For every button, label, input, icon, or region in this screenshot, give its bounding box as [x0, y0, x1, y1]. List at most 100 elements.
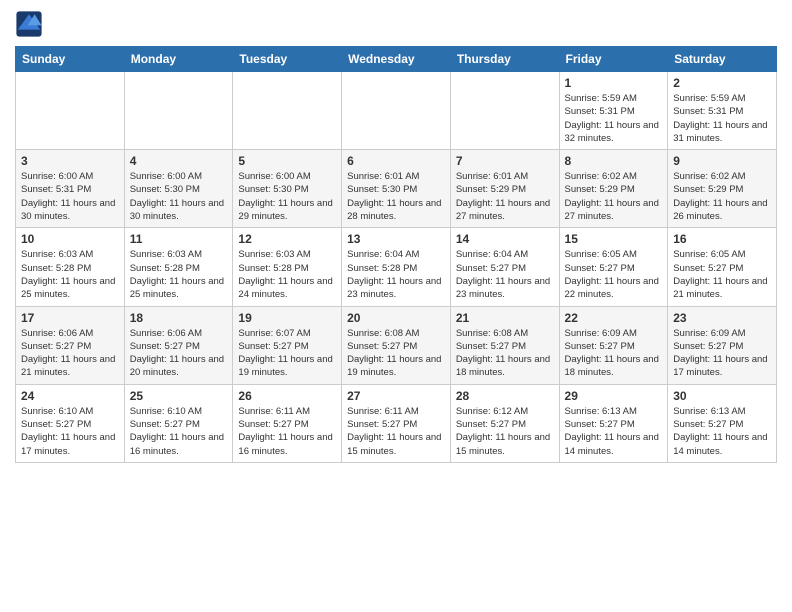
day-number: 4: [130, 154, 228, 168]
day-number: 25: [130, 389, 228, 403]
calendar-cell: 7Sunrise: 6:01 AM Sunset: 5:29 PM Daylig…: [450, 150, 559, 228]
week-row-3: 10 Sunrise: 6:03 AM Sunset: 5:28 PM Dayli…: [16, 228, 777, 306]
day-info: Sunrise: 6:03 AM Sunset: 5:28 PM Dayligh…: [21, 248, 119, 301]
day-info: Sunrise: 6:02 AM Sunset: 5:29 PM Dayligh…: [673, 170, 771, 223]
logo-icon: [15, 10, 43, 38]
day-number: 29: [565, 389, 663, 403]
day-number: 12: [238, 232, 336, 246]
day-info: Sunrise: 5:59 AM Sunset: 5:31 PM Dayligh…: [565, 92, 663, 145]
day-info: Sunrise: 5:59 AM Sunset: 5:31 PM Dayligh…: [673, 92, 771, 145]
weekday-header-thursday: Thursday: [450, 47, 559, 72]
day-number: 23: [673, 311, 771, 325]
weekday-header-monday: Monday: [124, 47, 233, 72]
calendar-cell: 3 Sunrise: 6:00 AM Sunset: 5:31 PM Daylig…: [16, 150, 125, 228]
weekday-header-saturday: Saturday: [668, 47, 777, 72]
day-info: Sunrise: 6:00 AM Sunset: 5:30 PM Dayligh…: [238, 170, 336, 223]
day-info: Sunrise: 6:03 AM Sunset: 5:28 PM Dayligh…: [238, 248, 336, 301]
header: [15, 10, 777, 38]
day-number: 18: [130, 311, 228, 325]
calendar-cell: 18 Sunrise: 6:06 AM Sunset: 5:27 PM Dayli…: [124, 306, 233, 384]
day-number: 9: [673, 154, 771, 168]
day-info: Sunrise: 6:02 AM Sunset: 5:29 PM Dayligh…: [565, 170, 663, 223]
day-number: 21: [456, 311, 554, 325]
day-number: 24: [21, 389, 119, 403]
calendar-cell: 22 Sunrise: 6:09 AM Sunset: 5:27 PM Dayli…: [559, 306, 668, 384]
calendar-cell: 10 Sunrise: 6:03 AM Sunset: 5:28 PM Dayli…: [16, 228, 125, 306]
day-number: 22: [565, 311, 663, 325]
day-number: 11: [130, 232, 228, 246]
weekday-header-tuesday: Tuesday: [233, 47, 342, 72]
calendar-cell: 4 Sunrise: 6:00 AM Sunset: 5:30 PM Daylig…: [124, 150, 233, 228]
day-number: 20: [347, 311, 445, 325]
weekday-header-friday: Friday: [559, 47, 668, 72]
calendar-cell: [16, 72, 125, 150]
calendar-cell: 17 Sunrise: 6:06 AM Sunset: 5:27 PM Dayli…: [16, 306, 125, 384]
calendar-cell: 30Sunrise: 6:13 AM Sunset: 5:27 PM Dayli…: [668, 384, 777, 462]
calendar-cell: 1 Sunrise: 5:59 AM Sunset: 5:31 PM Daylig…: [559, 72, 668, 150]
day-info: Sunrise: 6:06 AM Sunset: 5:27 PM Dayligh…: [21, 327, 119, 380]
day-number: 7: [456, 154, 554, 168]
day-info: Sunrise: 6:05 AM Sunset: 5:27 PM Dayligh…: [673, 248, 771, 301]
day-number: 16: [673, 232, 771, 246]
calendar-cell: 21 Sunrise: 6:08 AM Sunset: 5:27 PM Dayli…: [450, 306, 559, 384]
logo: [15, 10, 47, 38]
day-number: 19: [238, 311, 336, 325]
calendar-cell: 8 Sunrise: 6:02 AM Sunset: 5:29 PM Daylig…: [559, 150, 668, 228]
day-info: Sunrise: 6:10 AM Sunset: 5:27 PM Dayligh…: [21, 405, 119, 458]
day-info: Sunrise: 6:08 AM Sunset: 5:27 PM Dayligh…: [347, 327, 445, 380]
day-info: Sunrise: 6:01 AM Sunset: 5:30 PM Dayligh…: [347, 170, 445, 223]
calendar-cell: 12 Sunrise: 6:03 AM Sunset: 5:28 PM Dayli…: [233, 228, 342, 306]
day-info: Sunrise: 6:04 AM Sunset: 5:28 PM Dayligh…: [347, 248, 445, 301]
day-info: Sunrise: 6:00 AM Sunset: 5:30 PM Dayligh…: [130, 170, 228, 223]
day-info: Sunrise: 6:07 AM Sunset: 5:27 PM Dayligh…: [238, 327, 336, 380]
calendar-cell: 19 Sunrise: 6:07 AM Sunset: 5:27 PM Dayli…: [233, 306, 342, 384]
day-number: 17: [21, 311, 119, 325]
week-row-2: 3 Sunrise: 6:00 AM Sunset: 5:31 PM Daylig…: [16, 150, 777, 228]
week-row-1: 1 Sunrise: 5:59 AM Sunset: 5:31 PM Daylig…: [16, 72, 777, 150]
week-row-5: 24 Sunrise: 6:10 AM Sunset: 5:27 PM Dayli…: [16, 384, 777, 462]
calendar-cell: 24 Sunrise: 6:10 AM Sunset: 5:27 PM Dayli…: [16, 384, 125, 462]
calendar-cell: 26 Sunrise: 6:11 AM Sunset: 5:27 PM Dayli…: [233, 384, 342, 462]
day-info: Sunrise: 6:10 AM Sunset: 5:27 PM Dayligh…: [130, 405, 228, 458]
day-number: 13: [347, 232, 445, 246]
calendar-cell: 15 Sunrise: 6:05 AM Sunset: 5:27 PM Dayli…: [559, 228, 668, 306]
day-info: Sunrise: 6:11 AM Sunset: 5:27 PM Dayligh…: [238, 405, 336, 458]
day-info: Sunrise: 6:13 AM Sunset: 5:27 PM Dayligh…: [565, 405, 663, 458]
calendar-cell: 14Sunrise: 6:04 AM Sunset: 5:27 PM Dayli…: [450, 228, 559, 306]
day-number: 3: [21, 154, 119, 168]
day-number: 15: [565, 232, 663, 246]
day-number: 26: [238, 389, 336, 403]
day-info: Sunrise: 6:05 AM Sunset: 5:27 PM Dayligh…: [565, 248, 663, 301]
day-info: Sunrise: 6:09 AM Sunset: 5:27 PM Dayligh…: [565, 327, 663, 380]
calendar-cell: [124, 72, 233, 150]
day-number: 27: [347, 389, 445, 403]
calendar-cell: 6 Sunrise: 6:01 AM Sunset: 5:30 PM Daylig…: [342, 150, 451, 228]
day-info: Sunrise: 6:08 AM Sunset: 5:27 PM Dayligh…: [456, 327, 554, 380]
day-number: 30: [673, 389, 771, 403]
calendar-cell: [450, 72, 559, 150]
day-number: 1: [565, 76, 663, 90]
day-number: 8: [565, 154, 663, 168]
day-number: 10: [21, 232, 119, 246]
calendar-cell: 2 Sunrise: 5:59 AM Sunset: 5:31 PM Daylig…: [668, 72, 777, 150]
calendar-cell: [233, 72, 342, 150]
day-info: Sunrise: 6:11 AM Sunset: 5:27 PM Dayligh…: [347, 405, 445, 458]
day-info: Sunrise: 6:06 AM Sunset: 5:27 PM Dayligh…: [130, 327, 228, 380]
calendar-cell: 5Sunrise: 6:00 AM Sunset: 5:30 PM Daylig…: [233, 150, 342, 228]
calendar-cell: 23Sunrise: 6:09 AM Sunset: 5:27 PM Dayli…: [668, 306, 777, 384]
page: SundayMondayTuesdayWednesdayThursdayFrid…: [0, 0, 792, 612]
weekday-header-wednesday: Wednesday: [342, 47, 451, 72]
calendar-cell: 27 Sunrise: 6:11 AM Sunset: 5:27 PM Dayli…: [342, 384, 451, 462]
calendar-cell: 11 Sunrise: 6:03 AM Sunset: 5:28 PM Dayli…: [124, 228, 233, 306]
day-info: Sunrise: 6:00 AM Sunset: 5:31 PM Dayligh…: [21, 170, 119, 223]
day-number: 2: [673, 76, 771, 90]
week-row-4: 17 Sunrise: 6:06 AM Sunset: 5:27 PM Dayli…: [16, 306, 777, 384]
day-number: 28: [456, 389, 554, 403]
calendar-table: SundayMondayTuesdayWednesdayThursdayFrid…: [15, 46, 777, 463]
calendar-cell: [342, 72, 451, 150]
calendar-cell: 25 Sunrise: 6:10 AM Sunset: 5:27 PM Dayli…: [124, 384, 233, 462]
day-number: 6: [347, 154, 445, 168]
day-info: Sunrise: 6:03 AM Sunset: 5:28 PM Dayligh…: [130, 248, 228, 301]
calendar-cell: 9 Sunrise: 6:02 AM Sunset: 5:29 PM Daylig…: [668, 150, 777, 228]
weekday-header-sunday: Sunday: [16, 47, 125, 72]
